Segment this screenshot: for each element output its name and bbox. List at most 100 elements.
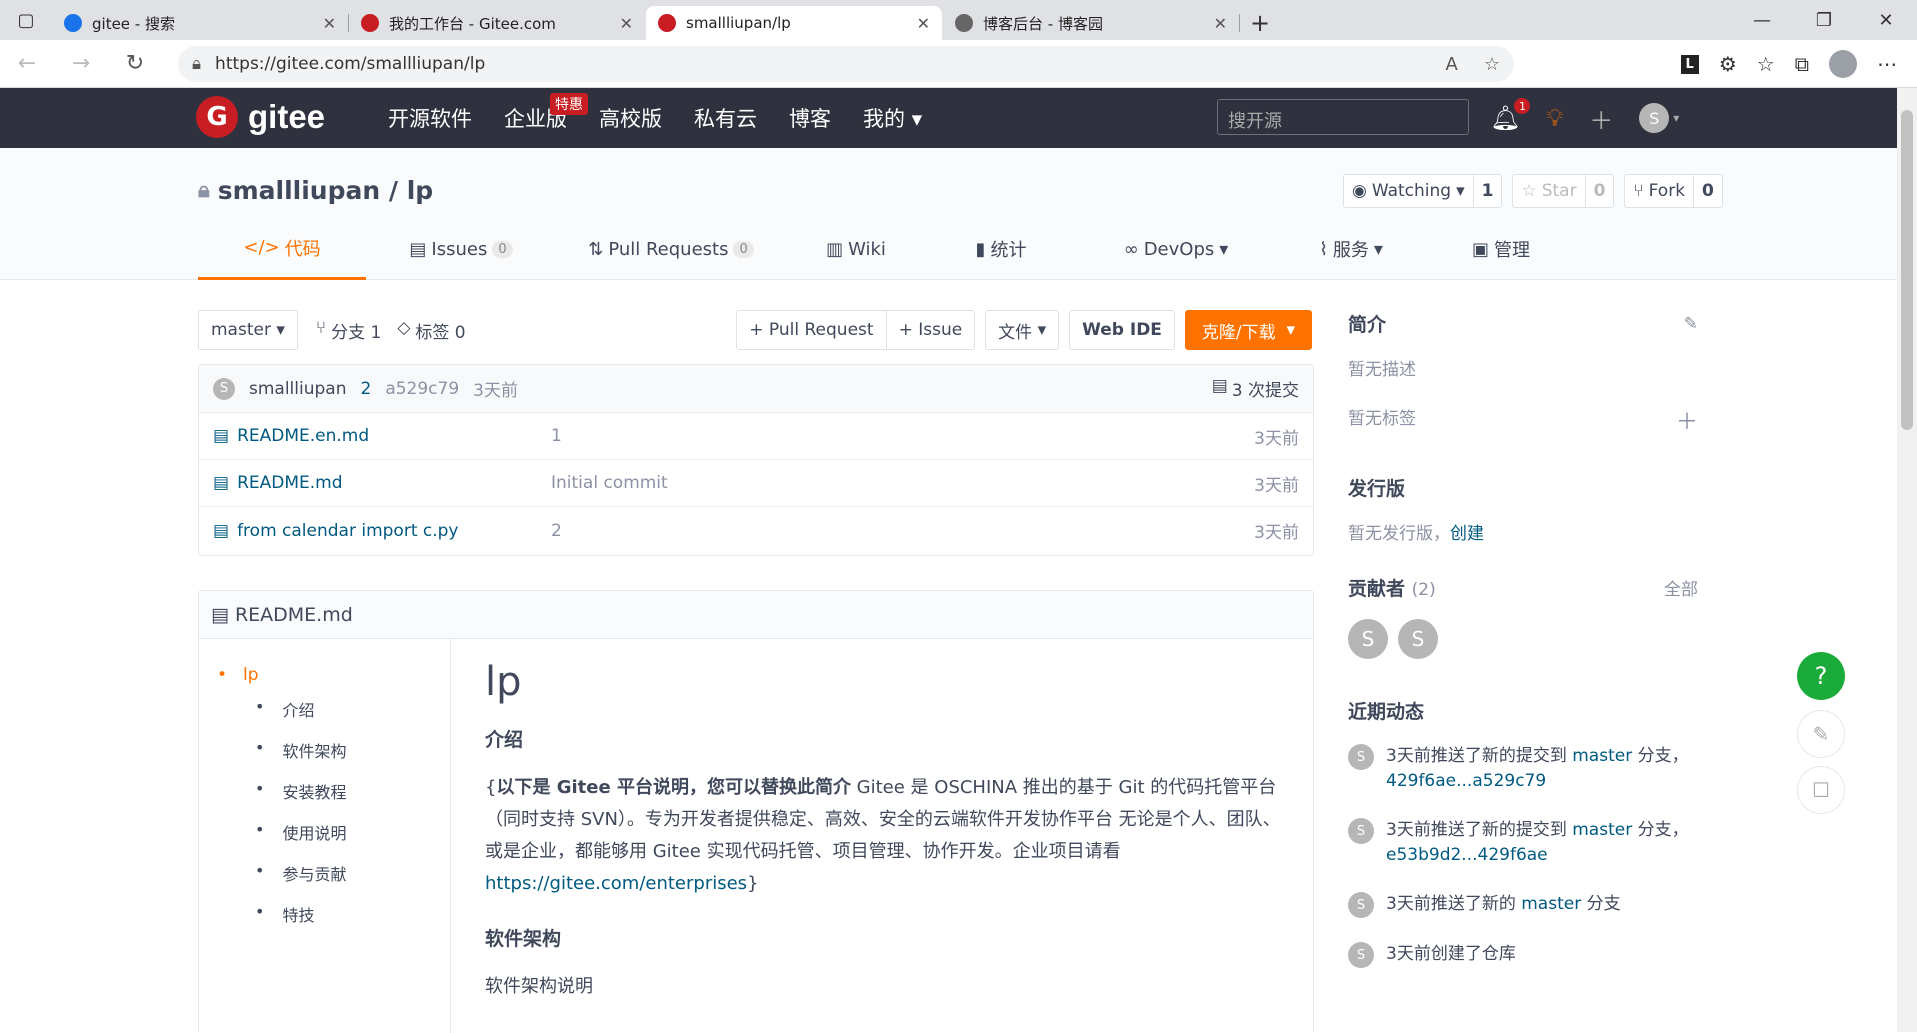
- create-release-link[interactable]: 创建: [1450, 524, 1484, 544]
- toc-item[interactable]: • 安装教程: [255, 779, 432, 803]
- avatar[interactable]: S: [213, 377, 235, 400]
- close-window-icon[interactable]: ✕: [1855, 0, 1917, 40]
- gitee-logo[interactable]: G gitee: [196, 96, 325, 138]
- fork-count[interactable]: 0: [1694, 175, 1722, 207]
- extension-icon[interactable]: L: [1680, 54, 1699, 74]
- new-tab-icon[interactable]: +: [1240, 6, 1280, 40]
- toc-item[interactable]: • 使用说明: [255, 820, 432, 844]
- user-avatar[interactable]: S: [1639, 103, 1670, 133]
- branch-link[interactable]: master: [1572, 746, 1632, 766]
- tab-issues[interactable]: ▤ Issues 0: [366, 218, 556, 280]
- tab-manage[interactable]: ▣ 管理: [1426, 218, 1576, 280]
- table-row[interactable]: ▤ README.en.md 1 3天前: [199, 413, 1313, 460]
- scrollbar-thumb[interactable]: [1901, 110, 1913, 430]
- tab-pull-requests[interactable]: ⇅ Pull Requests 0: [556, 218, 786, 280]
- close-tab-icon[interactable]: ✕: [620, 14, 633, 33]
- compare-link[interactable]: e53b9d2...429f6ae: [1386, 845, 1548, 865]
- address-bar[interactable]: 🔒︎ https://gitee.com/smallliupan/lp A ☆: [178, 46, 1514, 82]
- branch-select[interactable]: master ▾: [198, 310, 298, 350]
- tab-actions-icon[interactable]: ▢: [0, 0, 52, 40]
- add-favorite-icon[interactable]: ☆: [1484, 54, 1500, 75]
- tab-stats[interactable]: ▮ 统计: [926, 218, 1076, 280]
- branches-link[interactable]: ⑂ 分支 1: [316, 318, 381, 343]
- enterprise-link[interactable]: https://gitee.com/enterprises: [485, 873, 747, 894]
- add-tag-icon[interactable]: ＋: [1676, 404, 1698, 436]
- compare-link[interactable]: 429f6ae...a529c79: [1386, 771, 1546, 791]
- nav-blog[interactable]: 博客: [789, 103, 831, 133]
- pull-request-icon: ⇅: [588, 238, 604, 260]
- star-count[interactable]: 0: [1586, 175, 1614, 207]
- file-commit-msg[interactable]: Initial commit: [551, 473, 1254, 493]
- tab-devops[interactable]: ∞ DevOps ▾: [1076, 218, 1276, 280]
- contributor-avatar[interactable]: S: [1348, 619, 1388, 659]
- toc-item[interactable]: • 参与贡献: [255, 861, 432, 885]
- tab-wiki[interactable]: ▥ Wiki: [786, 218, 926, 280]
- search-input[interactable]: 搜开源: [1217, 99, 1469, 135]
- commit-message[interactable]: 2: [360, 379, 371, 399]
- file-name[interactable]: README.en.md: [237, 426, 369, 446]
- tags-link[interactable]: ◇ 标签 0: [397, 318, 465, 343]
- browser-tab[interactable]: 博客后台 - 博客园 ✕: [943, 6, 1240, 40]
- star-button[interactable]: ☆ Star 0: [1512, 174, 1615, 208]
- scrollbar[interactable]: [1897, 88, 1917, 1032]
- commit-hash[interactable]: a529c79: [385, 379, 459, 399]
- commit-author[interactable]: smallliupan: [249, 379, 346, 399]
- commit-count: 3 次提交: [1231, 381, 1299, 401]
- web-ide-button[interactable]: Web IDE: [1069, 310, 1175, 350]
- browser-tab-active[interactable]: smallliupan/lp ✕: [646, 6, 942, 40]
- file-menu-button[interactable]: 文件 ▾: [985, 310, 1060, 350]
- nav-private-cloud[interactable]: 私有云: [694, 103, 757, 133]
- tab-services[interactable]: ⌇ 服务 ▾: [1276, 218, 1426, 280]
- refresh-icon[interactable]: ↻: [108, 40, 162, 88]
- lightbulb-icon[interactable]: 💡︎: [1546, 104, 1563, 132]
- all-contributors-link[interactable]: 全部: [1664, 575, 1698, 600]
- browser-tab[interactable]: 我的工作台 - Gitee.com ✕: [349, 6, 645, 40]
- feedback-edit-icon[interactable]: ✎: [1797, 710, 1845, 758]
- extensions-puzzle-icon[interactable]: ⚙: [1719, 52, 1737, 76]
- nav-open-source[interactable]: 开源软件: [388, 103, 472, 133]
- toc-item[interactable]: • 介绍: [255, 697, 432, 721]
- file-name[interactable]: README.md: [237, 473, 342, 493]
- close-tab-icon[interactable]: ✕: [323, 14, 336, 33]
- chat-icon[interactable]: ☐: [1797, 766, 1845, 814]
- minimize-icon[interactable]: —: [1731, 0, 1793, 40]
- branch-link[interactable]: master: [1572, 820, 1632, 840]
- toc-item-active[interactable]: • lp: [217, 665, 432, 685]
- commit-count-link[interactable]: ▤ 3 次提交: [1212, 376, 1299, 401]
- tab-code[interactable]: </> 代码: [198, 218, 366, 280]
- watch-button[interactable]: ◉ Watching ▾ 1: [1343, 174, 1503, 208]
- file-name[interactable]: from calendar import c.py: [237, 521, 458, 541]
- watch-count[interactable]: 1: [1474, 175, 1502, 207]
- restore-icon[interactable]: ❐: [1793, 0, 1855, 40]
- browser-tab[interactable]: gitee - 搜索 ✕: [52, 6, 349, 40]
- toc-item[interactable]: • 软件架构: [255, 738, 432, 762]
- chevron-down-icon[interactable]: ▾: [1673, 111, 1679, 125]
- repo-name[interactable]: smallliupan / lp: [218, 176, 433, 205]
- clone-download-button[interactable]: 克隆/下载 ▾: [1184, 310, 1312, 350]
- edit-icon[interactable]: ✎: [1684, 314, 1698, 334]
- table-row[interactable]: ▤ from calendar import c.py 2 3天前: [199, 507, 1313, 554]
- create-plus-icon[interactable]: ＋: [1589, 101, 1613, 136]
- read-aloud-icon[interactable]: A: [1446, 54, 1458, 75]
- fork-button[interactable]: ⑂ Fork 0: [1624, 174, 1723, 208]
- help-button[interactable]: ?: [1797, 652, 1845, 700]
- more-menu-icon[interactable]: ⋯: [1877, 52, 1897, 76]
- favorites-icon[interactable]: ☆: [1757, 52, 1775, 76]
- profile-avatar[interactable]: [1829, 50, 1857, 78]
- forward-icon[interactable]: →: [54, 40, 108, 88]
- close-tab-icon[interactable]: ✕: [1214, 14, 1227, 33]
- new-pull-request-button[interactable]: + Pull Request: [736, 310, 887, 350]
- collections-icon[interactable]: ⧉: [1795, 52, 1809, 76]
- toc-item[interactable]: • 特技: [255, 902, 432, 926]
- back-icon[interactable]: ←: [0, 40, 54, 88]
- table-row[interactable]: ▤ README.md Initial commit 3天前: [199, 460, 1313, 507]
- file-commit-msg[interactable]: 2: [551, 521, 1254, 541]
- close-tab-icon[interactable]: ✕: [917, 14, 930, 33]
- branch-link[interactable]: master: [1521, 894, 1581, 914]
- nav-mine[interactable]: 我的 ▾: [863, 103, 922, 133]
- new-issue-button[interactable]: + Issue: [886, 310, 976, 350]
- file-commit-msg[interactable]: 1: [551, 426, 1254, 446]
- contributor-avatar[interactable]: S: [1398, 619, 1438, 659]
- nav-education[interactable]: 高校版: [599, 103, 662, 133]
- notification-bell-icon[interactable]: 🔔︎ 1: [1490, 98, 1531, 132]
